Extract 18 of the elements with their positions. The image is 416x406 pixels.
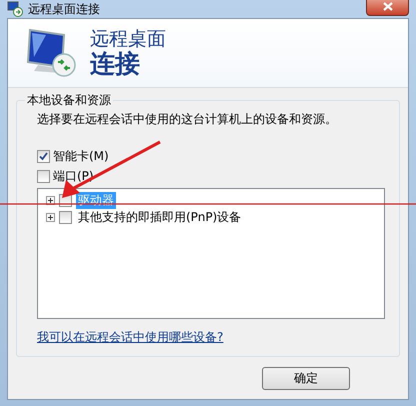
window-title: 远程桌面连接 — [28, 0, 100, 18]
close-button[interactable] — [366, 0, 409, 16]
group-title: 本地设备和资源 — [26, 92, 112, 109]
description-text: 选择要在远程会话中使用的这台计算机上的设备和资源。 — [37, 111, 338, 128]
expand-icon[interactable] — [46, 196, 55, 205]
checkbox-label[interactable]: 智能卡(M) — [53, 148, 109, 164]
help-link[interactable]: 我可以在远程会话中使用哪些设备? — [37, 329, 385, 346]
close-icon — [382, 2, 392, 10]
header-subtitle: 连接 — [90, 50, 141, 78]
tree-item[interactable]: 其他支持的即插即用(PnP)设备 — [76, 209, 244, 226]
expand-icon[interactable] — [46, 213, 55, 222]
checkbox[interactable] — [37, 170, 50, 182]
monitor-icon — [26, 27, 76, 79]
checkbox[interactable] — [59, 211, 72, 224]
checkbox[interactable] — [37, 150, 50, 162]
header-title: 远程桌面 — [90, 28, 166, 50]
remote-desktop-icon — [7, 1, 23, 17]
ok-button[interactable]: 确定 — [262, 366, 350, 390]
